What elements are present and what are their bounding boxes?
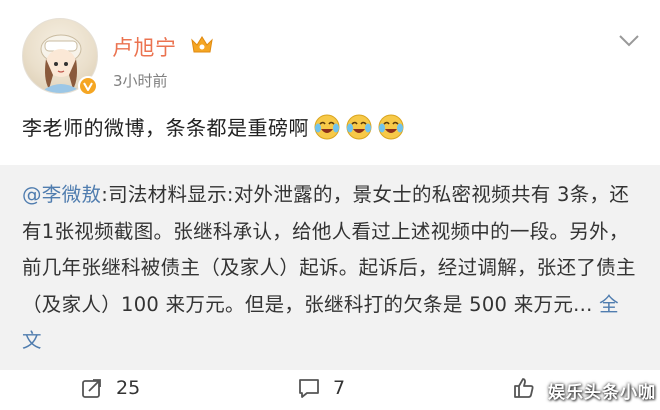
watermark: 娱乐头条小咖 <box>548 383 656 403</box>
laugh-cry-icon <box>377 113 405 141</box>
username[interactable]: 卢旭宁 <box>112 32 177 62</box>
post-text-content: 李老师的微博，条条都是重磅啊 <box>22 116 309 140</box>
repost-count: 25 <box>116 377 141 399</box>
laugh-cry-icon <box>345 113 373 141</box>
verified-v-icon <box>83 82 93 91</box>
repost-button[interactable]: 25 <box>80 376 140 400</box>
laugh-cry-icon <box>313 113 341 141</box>
comment-button[interactable]: 7 <box>297 376 345 400</box>
comment-icon <box>299 379 319 398</box>
like-button[interactable] <box>512 376 548 400</box>
verified-badge <box>78 76 98 96</box>
vip-crown-icon[interactable] <box>190 34 214 56</box>
mention-link[interactable]: @李微敖 <box>22 183 101 206</box>
share-icon <box>82 379 101 398</box>
post-header: 卢旭宁 3小时前 <box>0 0 660 105</box>
thumbs-up-icon <box>514 378 534 398</box>
post-text: 李老师的微博，条条都是重磅啊 <box>22 112 405 141</box>
repost-body: :司法材料显示:对外泄露的，景女士的私密视频共有 3条，还有1张视频截图。张继科… <box>22 183 636 316</box>
comment-count: 7 <box>333 377 346 399</box>
repost-text: @李微敖:司法材料显示:对外泄露的，景女士的私密视频共有 3条，还有1张视频截图… <box>22 177 638 360</box>
chevron-down-icon[interactable] <box>618 34 640 48</box>
post-timestamp: 3小时前 <box>113 72 168 90</box>
repost-card[interactable]: @李微敖:司法材料显示:对外泄露的，景女士的私密视频共有 3条，还有1张视频截图… <box>0 165 660 370</box>
